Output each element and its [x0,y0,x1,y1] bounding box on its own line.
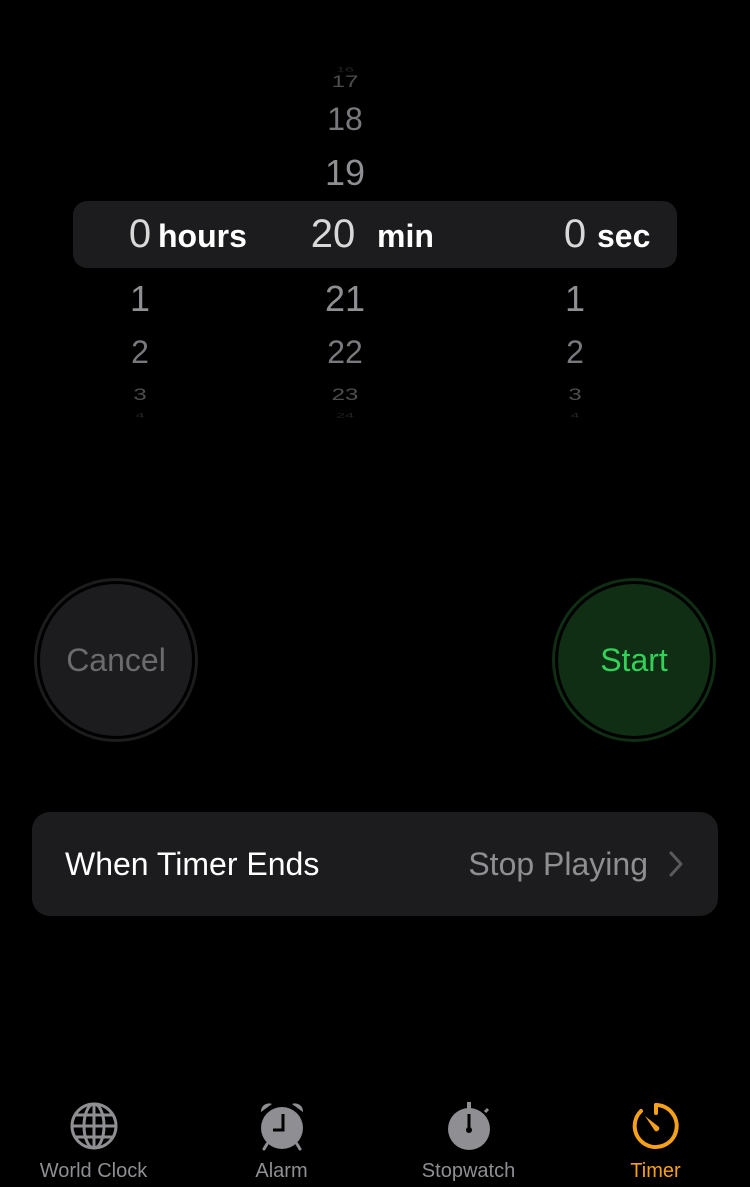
minutes-option[interactable]: 21 [305,279,385,319]
when-timer-ends-row[interactable]: When Timer Ends Stop Playing [32,812,718,916]
hours-unit-label: hours [158,218,247,254]
tab-label: World Clock [39,1160,148,1182]
seconds-option[interactable]: 2 [535,332,615,372]
when-timer-ends-label: When Timer Ends [65,846,320,882]
minutes-option[interactable]: 23 [305,381,385,409]
minutes-unit-label: min [377,218,434,254]
minutes-option[interactable]: 24 [305,408,385,424]
timer-icon [632,1103,679,1149]
hours-option[interactable]: 2 [100,332,180,372]
minutes-wheel[interactable]: 16 17 18 19 20 21 22 23 24 [305,0,385,420]
stopwatch-icon [447,1102,490,1150]
seconds-option[interactable]: 4 [535,408,615,424]
start-button-label: Start [558,584,710,736]
seconds-option[interactable]: 3 [535,381,615,409]
cancel-button[interactable]: Cancel [34,578,198,742]
hours-wheel[interactable]: 0 1 2 3 4 [100,0,180,420]
cancel-button-label: Cancel [40,584,192,736]
minutes-selected-value: 20 [310,212,356,256]
when-timer-ends-value: Stop Playing [468,846,648,882]
tab-bar: World Clock Alarm Stopwatch Timer [0,1090,750,1187]
tab-label: Stopwatch [421,1160,516,1182]
alarm-clock-icon [260,1103,303,1151]
start-button[interactable]: Start [552,578,716,742]
seconds-unit-label: sec [597,218,651,254]
minutes-option[interactable]: 17 [305,68,385,96]
minutes-option[interactable]: 19 [305,153,385,193]
tab-label: Alarm [255,1160,308,1182]
hours-option[interactable]: 4 [100,408,180,424]
seconds-wheel[interactable]: 0 1 2 3 4 [535,0,615,420]
tab-alarm[interactable]: Alarm [188,1090,375,1187]
hours-option[interactable]: 1 [100,279,180,319]
tab-world-clock[interactable]: World Clock [0,1090,187,1187]
chevron-right-icon [669,851,683,877]
globe-icon [70,1102,117,1150]
hours-option[interactable]: 3 [100,381,180,409]
minutes-option[interactable]: 22 [305,332,385,372]
tab-timer[interactable]: Timer [562,1090,749,1187]
seconds-option[interactable]: 1 [535,279,615,319]
minutes-option[interactable]: 18 [305,99,385,139]
tab-stopwatch[interactable]: Stopwatch [375,1090,562,1187]
timer-picker[interactable]: 0 1 2 3 4 hours 16 17 18 19 20 21 22 23 … [0,0,750,420]
tab-label: Timer [630,1160,681,1182]
